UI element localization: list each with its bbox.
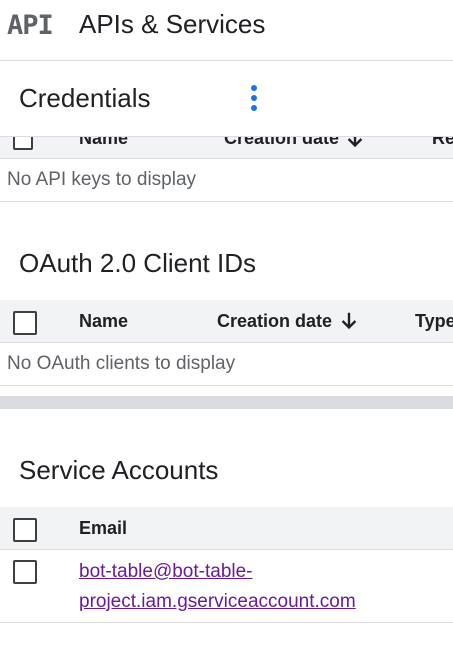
service-account-email-link[interactable]: bot-table@bot-table- project.iam.gservic… (79, 557, 356, 617)
sort-descending-icon[interactable] (344, 136, 366, 150)
section-divider (0, 396, 453, 409)
service-accounts-section-title: Service Accounts (19, 455, 219, 485)
column-header-restrictions[interactable]: Re (432, 137, 453, 149)
oauth-empty-row: No OAuth clients to display (0, 343, 453, 386)
service-accounts-select-all-checkbox[interactable] (13, 518, 37, 542)
api-keys-select-all-checkbox[interactable] (13, 137, 33, 150)
column-header-type[interactable]: Type (415, 311, 453, 332)
oauth-select-all-checkbox[interactable] (13, 311, 37, 335)
sort-descending-icon[interactable] (338, 310, 360, 332)
app-title: APIs & Services (79, 9, 266, 39)
page-title: Credentials (19, 83, 151, 113)
column-header-creation-date[interactable]: Creation date (224, 137, 339, 149)
column-header-creation-date[interactable]: Creation date (217, 311, 332, 332)
email-line-1[interactable]: bot-table@bot-table- (79, 557, 356, 587)
svg-text:API: API (7, 10, 53, 40)
api-logo-icon: API (7, 10, 54, 40)
column-header-email[interactable]: Email (79, 518, 127, 539)
email-line-2[interactable]: project.iam.gserviceaccount.com (79, 587, 356, 617)
api-keys-table-header: Name Creation date Re (0, 136, 453, 159)
oauth-table-header: Name Creation date Type (0, 300, 453, 343)
oauth-section-title: OAuth 2.0 Client IDs (19, 248, 256, 278)
service-accounts-table-header: Email (0, 507, 453, 550)
column-header-name[interactable]: Name (79, 137, 128, 149)
column-header-name[interactable]: Name (79, 311, 128, 332)
more-options-icon[interactable] (244, 82, 264, 114)
empty-message: No API keys to display (7, 169, 197, 190)
api-keys-empty-row: No API keys to display (0, 159, 453, 202)
empty-message: No OAuth clients to display (7, 353, 236, 374)
top-bar: API APIs & Services (0, 0, 453, 61)
table-row: bot-table@bot-table- project.iam.gservic… (0, 550, 453, 623)
row-checkbox[interactable] (13, 560, 37, 584)
